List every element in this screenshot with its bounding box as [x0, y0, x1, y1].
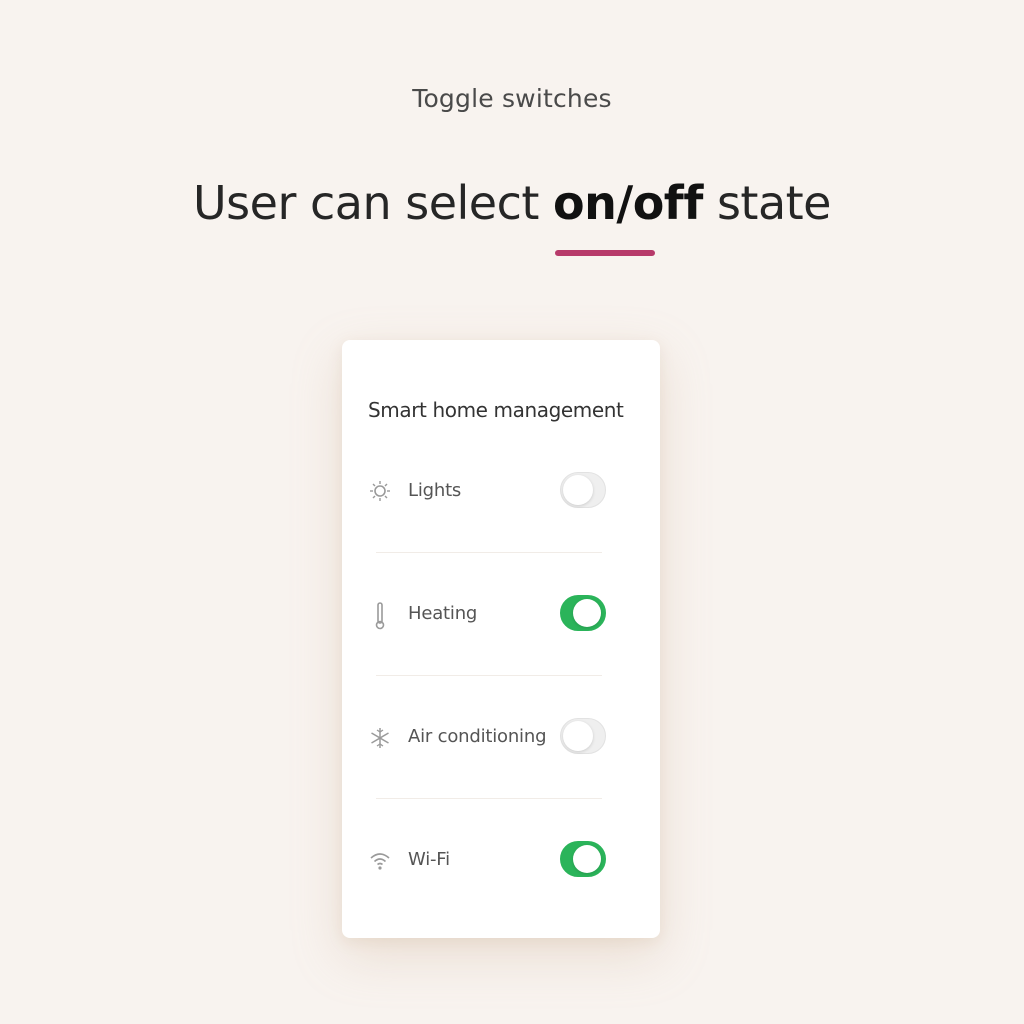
setting-label-lights: Lights — [408, 480, 462, 501]
headline-text-before: User can select — [193, 176, 554, 230]
toggle-wifi[interactable] — [560, 841, 606, 877]
setting-row-wifi: Wi-Fi — [342, 829, 660, 893]
setting-label-air-conditioning: Air conditioning — [408, 726, 547, 747]
headline-emphasis: on/off — [553, 176, 703, 230]
setting-row-air-conditioning: Air conditioning — [342, 706, 660, 770]
headline: User can select on/off state — [0, 176, 1024, 230]
snowflake-icon — [368, 724, 392, 752]
accent-underline — [555, 250, 655, 256]
setting-row-heating: Heating — [342, 583, 660, 647]
lightbulb-icon — [368, 478, 392, 506]
toggle-heating[interactable] — [560, 595, 606, 631]
row-divider — [376, 798, 602, 799]
headline-text-after: state — [702, 176, 832, 230]
toggle-knob — [573, 845, 601, 873]
toggle-knob — [563, 721, 593, 751]
row-divider — [376, 552, 602, 553]
eyebrow-label: Toggle switches — [412, 84, 612, 113]
row-divider — [376, 675, 602, 676]
toggle-knob — [563, 475, 593, 505]
toggle-air-conditioning[interactable] — [560, 718, 606, 754]
smart-home-card: Smart home management Lights Heating Air… — [342, 340, 660, 938]
wifi-icon — [368, 847, 392, 875]
setting-label-wifi: Wi-Fi — [408, 849, 450, 870]
thermometer-icon — [368, 601, 392, 630]
toggle-knob — [573, 599, 601, 627]
card-title: Smart home management — [368, 398, 624, 422]
toggle-lights[interactable] — [560, 472, 606, 508]
setting-label-heating: Heating — [408, 603, 478, 624]
setting-row-lights: Lights — [342, 460, 660, 524]
